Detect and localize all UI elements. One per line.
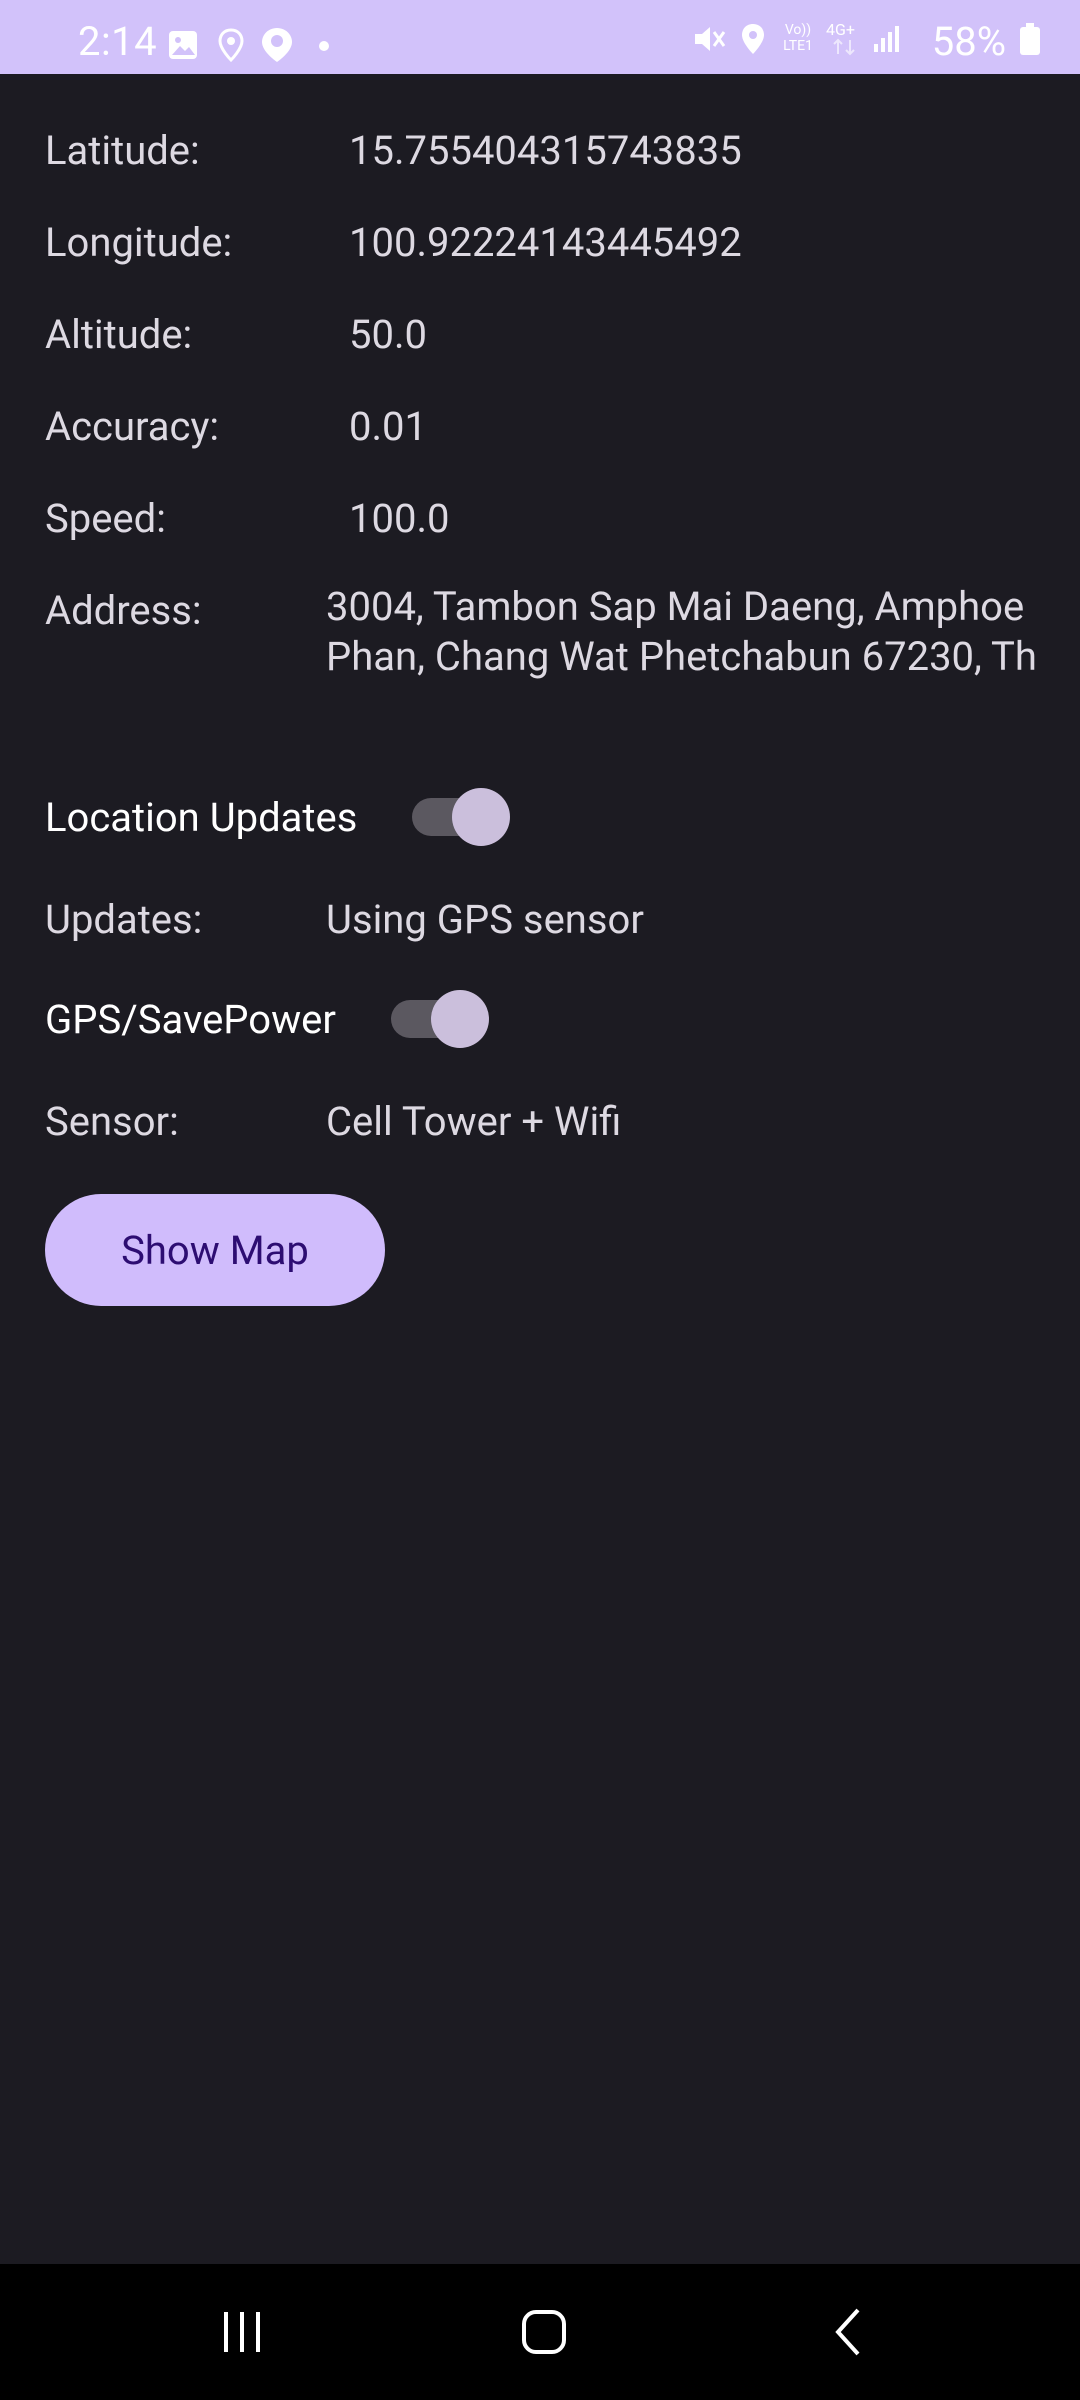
volte-indicator: Vo)) LTE1 — [783, 22, 813, 54]
battery-icon — [1020, 23, 1040, 55]
show-map-button[interactable]: Show Map — [45, 1194, 385, 1306]
address-line-1: 3004, Tambon Sap Mai Daeng, Amphoe — [326, 583, 1025, 630]
accuracy-value: 0.01 — [349, 403, 427, 450]
signal-icon — [874, 26, 899, 52]
sensor-value: Cell Tower + Wifi — [326, 1098, 622, 1145]
speed-value: 100.0 — [349, 495, 450, 542]
gallery-icon — [169, 31, 197, 59]
status-time: 2:14 — [78, 18, 158, 65]
navigation-bar — [0, 2264, 1080, 2400]
address-value: 3004, Tambon Sap Mai Daeng, Amphoe Phan,… — [326, 582, 1037, 682]
speed-label: Speed: — [45, 495, 166, 542]
recent-apps-button[interactable] — [162, 2264, 322, 2400]
data-activity-icon — [833, 38, 855, 56]
latitude-value: 15.755404315743835 — [349, 127, 742, 174]
latitude-label: Latitude: — [45, 127, 200, 174]
longitude-value: 100.92224143445492 — [349, 219, 742, 266]
recent-apps-icon — [224, 2312, 260, 2352]
maps-pin-icon — [262, 28, 292, 62]
altitude-value: 50.0 — [349, 311, 427, 358]
network-type: 4G+ — [826, 20, 855, 39]
accuracy-label: Accuracy: — [45, 403, 220, 450]
longitude-label: Longitude: — [45, 219, 233, 266]
system-icons: Vo)) LTE1 4G+ 58% — [692, 18, 1042, 65]
more-notifications-dot-icon — [319, 41, 329, 51]
location-icon — [742, 24, 764, 54]
address-line-2: Phan, Chang Wat Phetchabun 67230, Th — [326, 633, 1037, 680]
gps-savepower-label: GPS/SavePower — [45, 996, 336, 1043]
updates-label: Updates: — [45, 896, 203, 943]
address-label: Address: — [45, 587, 202, 634]
updates-value: Using GPS sensor — [326, 896, 644, 943]
status-bar: 2:14 Vo)) LTE1 4G+ 58% — [0, 0, 1080, 74]
gps-savepower-switch[interactable] — [391, 990, 489, 1048]
switch-thumb — [452, 788, 510, 846]
back-button[interactable] — [768, 2264, 928, 2400]
back-icon — [835, 2308, 860, 2356]
home-button[interactable] — [464, 2264, 624, 2400]
battery-percent: 58% — [931, 18, 1006, 65]
location-updates-switch[interactable] — [412, 788, 510, 846]
home-icon — [522, 2310, 566, 2354]
sensor-label: Sensor: — [45, 1098, 179, 1145]
location-outline-icon — [218, 28, 244, 62]
switch-thumb — [431, 990, 489, 1048]
mute-icon — [695, 27, 726, 51]
altitude-label: Altitude: — [45, 311, 193, 358]
location-updates-label: Location Updates — [45, 794, 358, 841]
